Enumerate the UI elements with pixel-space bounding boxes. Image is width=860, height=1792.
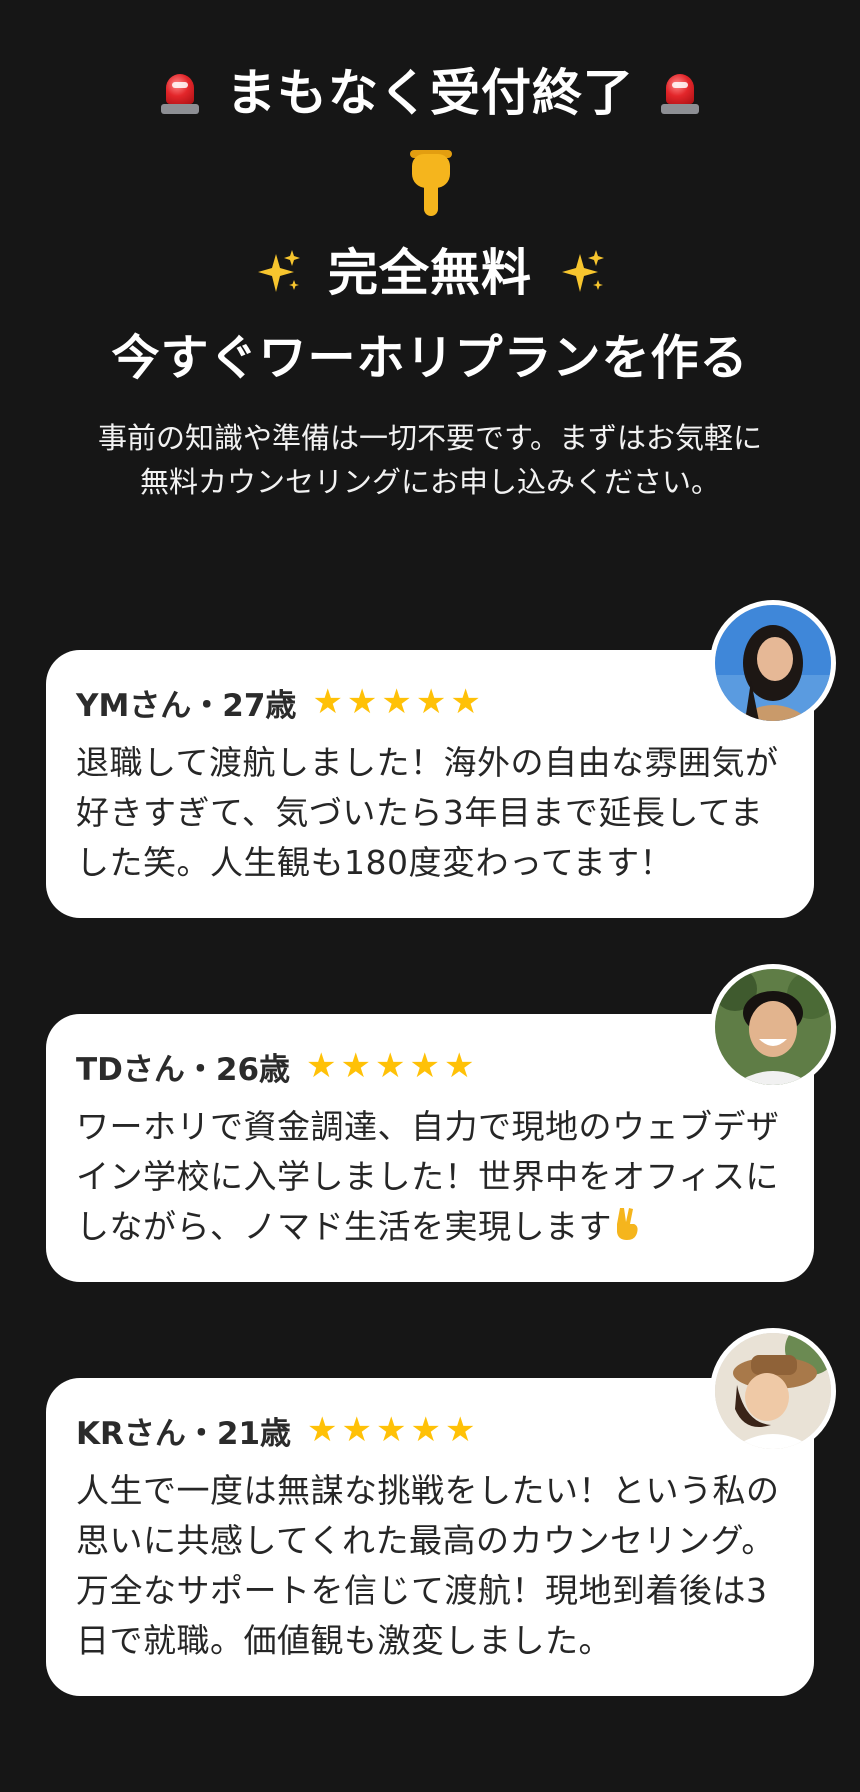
lead-line: 無料カウンセリングにお申し込みください。: [139, 465, 720, 499]
siren-icon: [160, 68, 200, 118]
star-rating: ★ ★ ★ ★ ★: [312, 682, 480, 722]
testimonial-card: YMさん・27歳 ★ ★ ★ ★ ★ 退職して渡航しました！海外の自由な雰囲気が…: [46, 600, 836, 918]
avatar: [710, 1328, 836, 1454]
star-icon: ★: [450, 682, 481, 722]
testimonial-text: 退職して渡航しました！海外の自由な雰囲気が好きすぎて、気づいたら3年目まで延長し…: [76, 743, 779, 882]
testimonial-header: KRさん・21歳 ★ ★ ★ ★ ★: [76, 1406, 784, 1454]
reviewer-name: TDさん・26歳: [76, 1051, 291, 1088]
free-badge-row: 完全無料: [0, 238, 860, 308]
pointer-row: [0, 150, 860, 220]
star-icon: ★: [443, 1046, 475, 1086]
star-icon: ★: [410, 1410, 441, 1450]
star-icon: ★: [381, 682, 412, 722]
testimonials-list: YMさん・27歳 ★ ★ ★ ★ ★ 退職して渡航しました！海外の自由な雰囲気が…: [46, 600, 836, 1792]
cta-heading: 今すぐワーホリプランを作る: [111, 330, 749, 386]
star-icon: ★: [409, 1046, 440, 1086]
testimonial-text: ワーホリで資金調達、自力で現地のウェブデザイン学校に入学しました！世界中をオフィ…: [76, 1102, 784, 1252]
hero-section: まもなく受付終了 完全無料 今すぐワーホリプランを作る 事前の知識や準備は一切不…: [0, 0, 860, 504]
star-icon: ★: [306, 1046, 337, 1086]
siren-icon: [660, 68, 700, 118]
lead-text: 事前の知識や準備は一切不要です。まずはお気軽に 無料カウンセリングにお申し込みく…: [40, 416, 820, 504]
testimonial-card: KRさん・21歳 ★ ★ ★ ★ ★ 人生で一度は無謀な挑戦をしたい！という私の…: [46, 1328, 836, 1696]
reviewer-name: YMさん・27歳: [76, 687, 297, 724]
avatar: [710, 964, 836, 1090]
sparkles-icon: [254, 248, 302, 298]
star-rating: ★ ★ ★ ★ ★: [307, 1410, 475, 1450]
backhand-index-pointing-down-icon: [406, 150, 454, 220]
star-icon: ★: [375, 1046, 406, 1086]
free-label: 完全無料: [328, 244, 532, 302]
testimonial-header: TDさん・26歳 ★ ★ ★ ★ ★: [76, 1042, 784, 1090]
star-icon: ★: [340, 1046, 371, 1086]
victory-hand-icon: [612, 1206, 642, 1242]
star-icon: ★: [341, 1410, 373, 1450]
testimonial-text-content: ワーホリで資金調達、自力で現地のウェブデザイン学校に入学しました！世界中をオフィ…: [76, 1107, 780, 1246]
star-icon: ★: [346, 682, 378, 722]
urgent-banner: まもなく受付終了: [0, 58, 860, 128]
testimonial-card: TDさん・26歳 ★ ★ ★ ★ ★ ワーホリで資金調達、自力で現地のウェブデザ…: [46, 964, 836, 1282]
urgent-title: まもなく受付終了: [226, 64, 634, 122]
star-icon: ★: [444, 1410, 476, 1450]
testimonial-text: 人生で一度は無謀な挑戦をしたい！という私の思いに共感してくれた最高のカウンセリン…: [76, 1471, 780, 1660]
star-icon: ★: [415, 682, 447, 722]
testimonial-header: YMさん・27歳 ★ ★ ★ ★ ★: [76, 678, 784, 726]
reviewer-name: KRさん・21歳: [76, 1415, 292, 1452]
avatar: [710, 600, 836, 726]
star-icon: ★: [312, 682, 343, 722]
lead-line: 事前の知識や準備は一切不要です。まずはお気軽に: [97, 421, 763, 455]
star-icon: ★: [307, 1410, 338, 1450]
star-icon: ★: [376, 1410, 407, 1450]
sparkles-icon: [558, 248, 606, 298]
star-rating: ★ ★ ★ ★ ★: [306, 1046, 474, 1086]
